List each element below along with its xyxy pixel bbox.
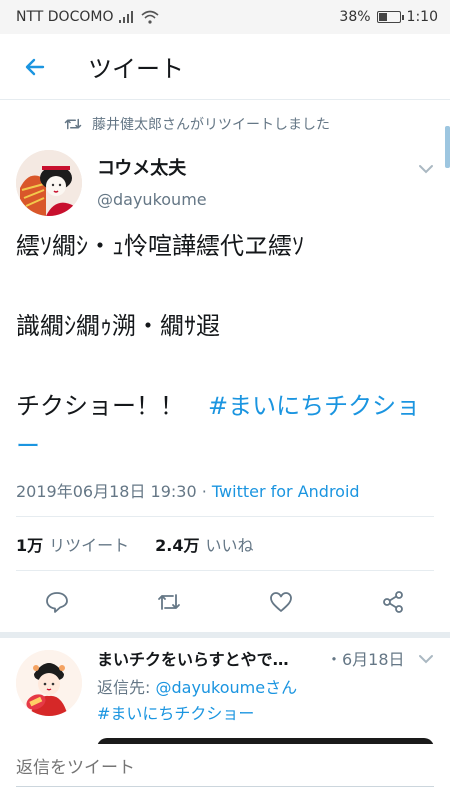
- reply-input[interactable]: [16, 758, 434, 787]
- retweet-icon: [158, 594, 180, 610]
- meta-separator: ·: [201, 482, 212, 501]
- retweet-context[interactable]: 藤井健太郎さんがリツイートしました: [64, 114, 330, 134]
- retweet-icon: [64, 118, 82, 130]
- status-right: 38% 1:10: [339, 9, 438, 25]
- page-title: ツイート: [88, 55, 184, 83]
- tweet-text: 繧ｿ繝ｼ・ｭ怜喧譁繧代ヱ繧ｿ 識繝ｼ繝ｩ溯・繝ｻ遐 チクショー！！ #まいにちチ…: [16, 226, 424, 466]
- signal-icon: [119, 11, 134, 23]
- reply-avatar-illustration: [16, 650, 82, 716]
- reply-author-avatar[interactable]: [16, 650, 82, 716]
- like-count[interactable]: 2.4万: [155, 532, 199, 556]
- status-bar: NTT DOCOMO 38% 1:10: [0, 0, 450, 34]
- avatar-illustration: [16, 150, 82, 216]
- battery-percent: 38%: [339, 9, 371, 25]
- carrier-name: NTT DOCOMO: [16, 9, 114, 25]
- chevron-down-icon: [419, 165, 433, 174]
- tweet-timestamp: 2019年06月18日 19:30: [16, 482, 197, 501]
- battery-fill: [378, 13, 387, 21]
- clock: 1:10: [406, 9, 438, 25]
- tweet-line-3: 識繝ｼ繝ｩ溯・繝ｻ遐: [16, 312, 220, 340]
- reply-date: ・6月18日: [326, 650, 405, 669]
- divider: [16, 516, 434, 517]
- reply-to-mention-link[interactable]: @dayukoumeさん: [155, 678, 297, 697]
- battery-icon: [376, 11, 404, 23]
- back-arrow-icon: [25, 58, 45, 75]
- author-avatar[interactable]: [16, 150, 82, 216]
- reply-button[interactable]: [43, 588, 71, 616]
- tweet-meta: 2019年06月18日 19:30 · Twitter for Android: [16, 478, 360, 502]
- retweet-button[interactable]: [155, 588, 183, 616]
- share-button[interactable]: [379, 588, 407, 616]
- carrier-group: NTT DOCOMO: [16, 9, 160, 25]
- section-divider: [0, 632, 450, 638]
- retweet-count[interactable]: 1万: [16, 532, 43, 556]
- tweet-line-1: 繧ｿ繝ｼ・ｭ怜喧譁繧代ヱ繧ｿ: [16, 232, 304, 260]
- retweet-context-text: 藤井健太郎さんがリツイートしました: [92, 117, 330, 133]
- reply-hashtag-link[interactable]: #まいにちチクショー: [97, 700, 254, 724]
- reply-icon: [46, 592, 68, 613]
- reply-menu-button[interactable]: [418, 650, 434, 669]
- tweet-actions: [0, 582, 450, 622]
- share-icon: [383, 591, 403, 613]
- reply-to-label: 返信先:: [97, 678, 156, 697]
- divider: [16, 570, 434, 571]
- tweet-stats: 1万 リツイート 2.4万 いいね: [16, 532, 254, 556]
- author-name[interactable]: コウメ太夫: [97, 154, 186, 180]
- tweet-line-5: チクショー！！: [16, 392, 208, 420]
- like-button[interactable]: [267, 588, 295, 616]
- retweet-count-label[interactable]: リツイート: [49, 532, 129, 556]
- reply-author-name[interactable]: まいチクをいらすとやで…: [97, 646, 333, 670]
- reply-composer: [0, 744, 450, 800]
- scrollbar-thumb[interactable]: [445, 126, 450, 168]
- tweet-source-link[interactable]: Twitter for Android: [212, 482, 360, 501]
- author-handle[interactable]: @dayukoume: [97, 190, 207, 209]
- tweet-menu-button[interactable]: [418, 160, 434, 179]
- like-icon: [270, 592, 292, 612]
- app-bar: ツイート: [0, 34, 450, 100]
- back-button[interactable]: [0, 34, 70, 100]
- wifi-icon: [141, 10, 160, 24]
- chevron-down-icon: [419, 655, 433, 664]
- like-count-label[interactable]: いいね: [206, 532, 254, 556]
- reply-to-line: 返信先: @dayukoumeさん: [97, 674, 297, 698]
